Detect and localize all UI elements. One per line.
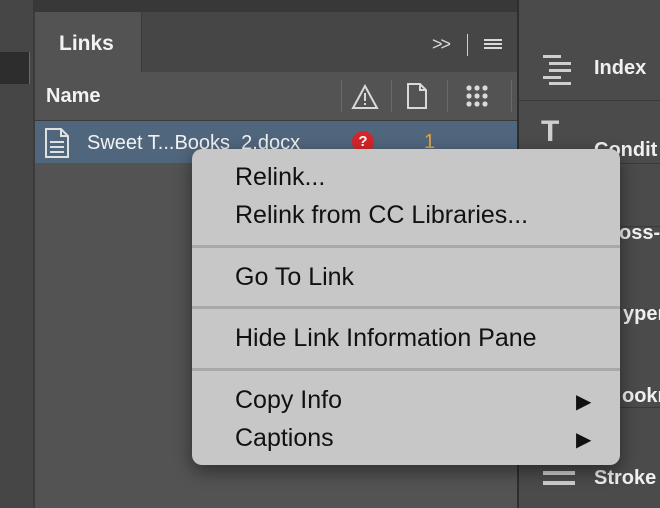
menu-item-hide-link-information-pane[interactable]: Hide Link Information Pane [235,324,537,353]
panel-menu-icon[interactable] [484,39,502,53]
tab-links[interactable]: Links [35,12,142,72]
submenu-arrow-icon: ▶ [576,429,592,451]
submenu-arrow-icon: ▶ [576,391,592,413]
left-dark-control [0,52,30,84]
left-strip [0,0,33,508]
menu-item-captions[interactable]: Captions [235,424,334,453]
menu-item-relink-from-cc-libraries[interactable]: Relink from CC Libraries... [235,201,528,230]
column-divider [341,80,342,112]
panel-item-index[interactable]: Index [519,38,660,101]
warning-icon[interactable] [351,84,379,110]
panel-item-label: oss- [619,222,660,244]
column-name-header[interactable]: Name [46,85,100,108]
tab-links-label: Links [59,32,114,55]
document-icon [45,128,69,158]
panel-item-label: Index [594,57,647,79]
stroke-icon [543,471,575,485]
grid-icon[interactable] [465,84,489,108]
panel-item-label: Stroke [594,467,657,489]
menu-item-relink[interactable]: Relink... [235,163,325,192]
menu-separator [192,245,620,248]
collapse-panel-icon[interactable]: >> [432,34,451,55]
column-divider [511,80,512,112]
column-divider [447,80,448,112]
context-menu: Relink... Relink from CC Libraries... Go… [192,149,620,465]
column-header: Name [35,72,517,121]
panel-tab-bar: Links >> [35,12,517,72]
menu-separator [192,368,620,371]
panel-item-label: yperl [623,303,660,325]
tab-divider [467,34,468,56]
menu-separator [192,306,620,309]
text-t-icon: T [541,115,560,148]
column-divider [391,80,392,112]
page-icon[interactable] [405,82,429,110]
index-icon [543,55,571,85]
menu-item-go-to-link[interactable]: Go To Link [235,263,354,292]
menu-item-copy-info[interactable]: Copy Info [235,386,342,415]
panel-item-label: ookm [622,385,660,407]
